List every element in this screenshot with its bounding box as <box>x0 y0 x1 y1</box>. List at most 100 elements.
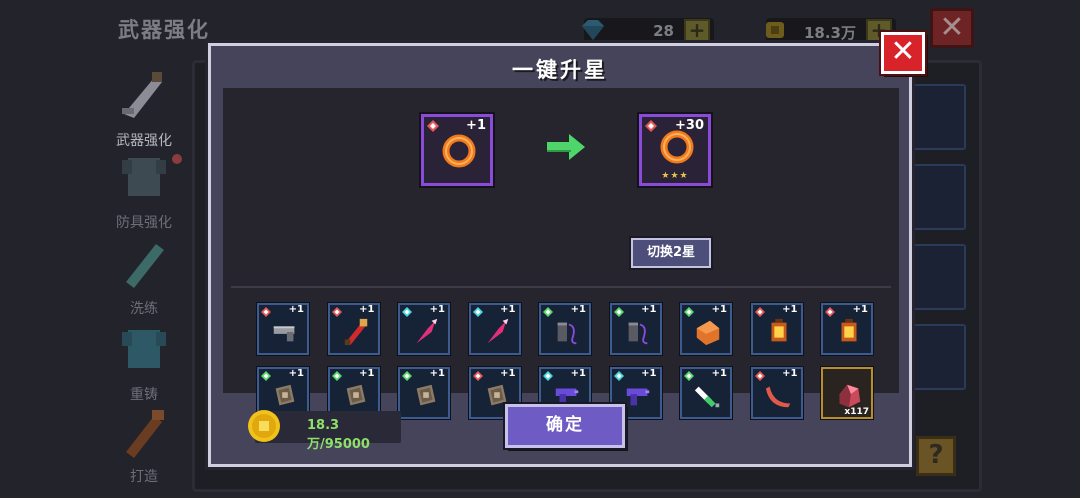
recast-icon <box>122 330 166 368</box>
material-item-slot[interactable]: +1 <box>398 303 450 355</box>
reforge-icon <box>126 244 164 288</box>
sidebar-item-label: 重铸 <box>130 387 158 403</box>
confirm-button[interactable]: 确定 <box>505 404 625 448</box>
material-item-slot[interactable]: +1 <box>750 367 803 419</box>
coin-cost-bar: 18.3万/95000 <box>248 410 401 452</box>
item-level: +1 <box>288 368 304 379</box>
material-item-slot[interactable]: +1 <box>750 303 803 355</box>
cyan-gem-icon <box>613 371 624 381</box>
coin-icon <box>248 410 280 442</box>
item-level: +1 <box>711 304 727 315</box>
page-title: 武器强化 <box>118 18 210 42</box>
background-slot <box>912 84 966 150</box>
boomerang-icon <box>765 386 790 408</box>
armor-icon <box>122 158 166 196</box>
red-gem-icon <box>331 307 342 317</box>
sidebar-item-craft[interactable]: 打造 <box>104 404 184 486</box>
item-level: +1 <box>782 304 798 315</box>
sidebar-item-weapon-upgrade[interactable]: 武器强化 <box>104 68 184 150</box>
sidebar-item-label: 洗练 <box>130 301 158 317</box>
material-item-slot[interactable]: +1 <box>539 303 591 355</box>
dialog-title: 一键升星 <box>512 58 608 82</box>
sidebar-item-label: 打造 <box>130 469 158 485</box>
lantern-icon <box>771 318 786 342</box>
ring-icon <box>660 130 694 164</box>
item-level: +1 <box>500 368 516 379</box>
red-gem-icon <box>754 371 765 381</box>
pink-drill-icon <box>487 318 508 344</box>
sword-icon <box>122 72 162 118</box>
item-level: +1 <box>711 368 727 379</box>
star-rating: ★★★ <box>661 171 689 181</box>
ring-icon <box>442 134 476 168</box>
gold-count: 18.3万 <box>803 24 856 42</box>
source-item-slot[interactable]: +1 <box>421 114 493 186</box>
dialog-close-button[interactable]: ✕ <box>881 32 925 74</box>
sidebar-item-recast[interactable]: 重铸 <box>104 322 184 404</box>
material-item-slot[interactable]: +1 <box>609 303 662 355</box>
item-level: +1 <box>429 368 445 379</box>
gold-counter: 18.3万 + <box>766 18 896 44</box>
green-gem-icon <box>613 307 624 317</box>
upgrade-star-dialog: 一键升星 ✕ +1 +30 ★★★ 切换2星 +1 +1 +1 +1 +1 +1… <box>208 32 925 467</box>
background-slot <box>912 244 966 310</box>
item-level: +1 <box>429 304 445 315</box>
green-gem-icon <box>543 307 553 317</box>
green-gem-icon <box>331 371 342 381</box>
purple-gun-icon <box>626 388 649 406</box>
item-level: +1 <box>782 368 798 379</box>
red-gem-icon <box>472 371 483 381</box>
pink-drill-icon <box>416 318 438 344</box>
gem-counter: 28 + <box>582 18 714 44</box>
item-level: +1 <box>466 118 486 133</box>
red-gem-icon <box>754 307 765 317</box>
dialog-content: +1 +30 ★★★ 切换2星 +1 +1 +1 +1 +1 +1 +1 +1 + <box>223 88 899 419</box>
item-level: +1 <box>288 304 304 315</box>
material-item-slot[interactable]: x117 <box>821 367 873 419</box>
item-level: +1 <box>359 304 375 315</box>
material-item-slot[interactable]: +1 <box>680 367 732 419</box>
sidebar-item-label: 武器强化 <box>116 133 172 149</box>
item-level: +1 <box>359 368 375 379</box>
material-item-slot[interactable]: +1 <box>680 303 732 355</box>
canister-icon <box>557 322 577 345</box>
page-close-button[interactable]: ✕ <box>930 8 974 48</box>
target-item-slot[interactable]: +30 ★★★ <box>639 114 711 186</box>
green-gem-icon <box>684 371 694 381</box>
red-gem-icon <box>645 120 657 132</box>
item-level: +1 <box>852 304 868 315</box>
material-item-slot[interactable]: +1 <box>821 303 873 355</box>
red-gem-icon <box>825 307 835 317</box>
syringe-icon <box>694 386 720 408</box>
coin-cost-text: 18.3万/95000 <box>307 418 370 452</box>
item-count: x117 <box>844 407 869 417</box>
switch-star-button[interactable]: 切换2星 <box>631 238 711 268</box>
material-item-slot[interactable]: +1 <box>257 303 309 355</box>
cyan-gem-icon <box>402 307 412 317</box>
green-gem-icon <box>684 307 694 317</box>
background-slot <box>912 324 966 390</box>
help-button[interactable]: ? <box>916 436 956 476</box>
diamond-icon <box>582 20 604 40</box>
red-gem-icon <box>261 307 271 317</box>
red-sword-icon <box>344 318 367 346</box>
sidebar-item-label: 防具强化 <box>116 215 172 231</box>
material-item-slot[interactable]: +1 <box>398 367 450 419</box>
sidebar-item-armor-upgrade[interactable]: 防具强化 <box>104 150 184 232</box>
item-level: +1 <box>570 304 586 315</box>
pistol-icon <box>273 326 295 342</box>
item-level: +1 <box>641 368 657 379</box>
cyan-gem-icon <box>543 371 553 381</box>
material-item-slot[interactable]: +1 <box>327 303 380 355</box>
item-level: +1 <box>641 304 657 315</box>
canister-icon <box>628 322 647 345</box>
orange-crate-icon <box>696 320 720 346</box>
divider <box>231 286 891 288</box>
material-item-slot[interactable]: +1 <box>468 303 521 355</box>
add-gems-button[interactable]: + <box>684 19 710 43</box>
tablet-icon <box>346 384 365 406</box>
green-gem-icon <box>402 371 412 381</box>
tablet-icon <box>416 384 436 406</box>
sidebar-item-reforge[interactable]: 洗练 <box>104 236 184 318</box>
background-slot <box>912 164 966 230</box>
